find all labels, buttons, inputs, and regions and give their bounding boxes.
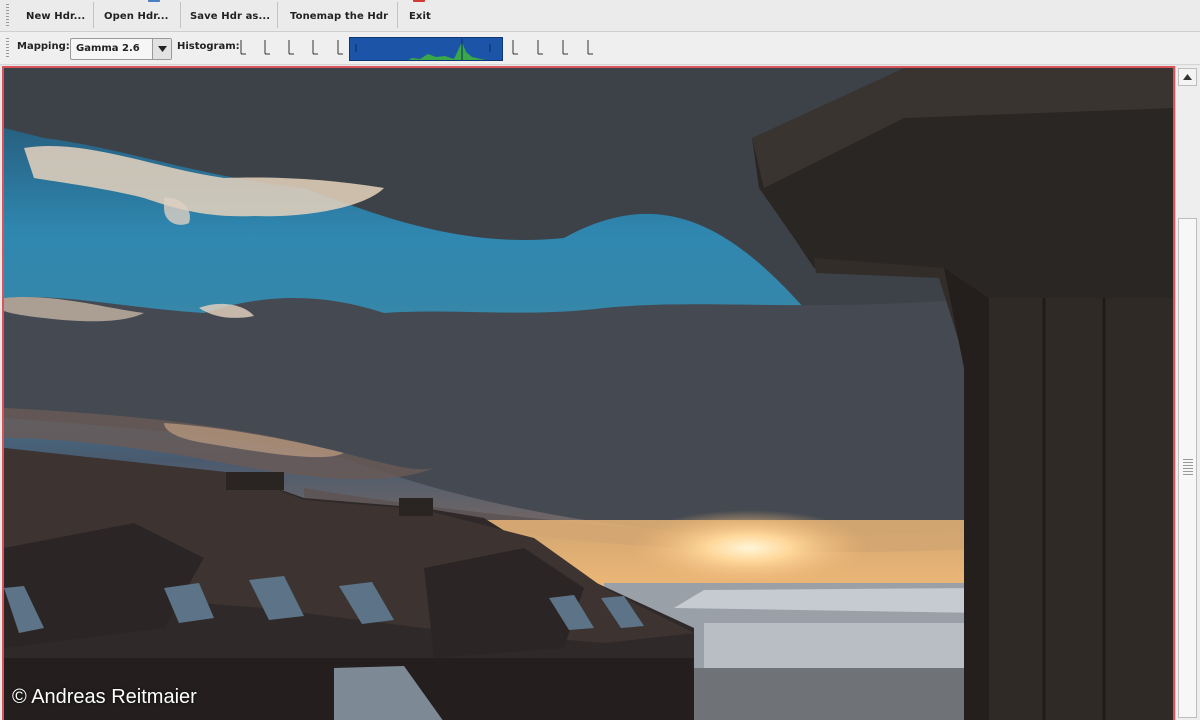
tonemap-button[interactable]: Tonemap the Hdr	[290, 0, 388, 30]
exposure-tick-icon[interactable]	[560, 38, 570, 58]
exit-button[interactable]: Exit	[409, 0, 431, 30]
hdr-photo	[4, 68, 1173, 720]
toolbar-grip[interactable]	[6, 4, 9, 26]
mapping-label: Mapping:	[17, 41, 70, 52]
arrow-up-icon	[1183, 74, 1192, 80]
mapping-value: Gamma 2.6	[76, 43, 140, 54]
exit-icon	[413, 0, 425, 2]
scroll-thumb-grip	[1183, 459, 1193, 477]
photo-credit: © Andreas Reitmaier	[12, 686, 197, 708]
exposure-tick-icon[interactable]	[238, 38, 248, 58]
chevron-down-icon[interactable]	[152, 39, 171, 59]
open-hdr-button[interactable]: Open Hdr...	[104, 0, 169, 30]
scroll-up-button[interactable]	[1178, 68, 1197, 86]
histogram-label: Histogram:	[177, 41, 240, 52]
mapping-select[interactable]: Gamma 2.6	[70, 38, 172, 60]
save-hdr-label: Save Hdr as...	[190, 11, 271, 22]
main-toolbar: New Hdr... Open Hdr... Save Hdr as... To…	[0, 0, 1200, 32]
open-hdr-label: Open Hdr...	[104, 11, 169, 22]
tonemap-label: Tonemap the Hdr	[290, 11, 389, 22]
exposure-tick-icon[interactable]	[585, 38, 595, 58]
vertical-scrollbar[interactable]	[1175, 66, 1200, 720]
save-hdr-button[interactable]: Save Hdr as...	[190, 0, 270, 30]
exposure-tick-icon[interactable]	[262, 38, 272, 58]
open-icon	[148, 0, 160, 2]
hdr-image-viewport[interactable]	[2, 66, 1175, 720]
new-hdr-button[interactable]: New Hdr...	[26, 0, 85, 30]
exposure-tick-icon[interactable]	[286, 38, 296, 58]
toolbar-separator	[397, 2, 398, 28]
options-grip[interactable]	[6, 38, 9, 58]
scroll-thumb[interactable]	[1178, 218, 1197, 718]
toolbar-separator	[180, 2, 181, 28]
exposure-tick-icon[interactable]	[510, 38, 520, 58]
toolbar-separator	[93, 2, 94, 28]
histogram-curve	[355, 39, 491, 60]
exposure-tick-icon[interactable]	[335, 38, 345, 58]
exposure-tick-icon[interactable]	[310, 38, 320, 58]
exposure-tick-icon[interactable]	[535, 38, 545, 58]
exit-label: Exit	[409, 11, 431, 22]
histogram-widget[interactable]	[349, 37, 503, 61]
new-hdr-label: New Hdr...	[26, 11, 86, 22]
toolbar-separator	[277, 2, 278, 28]
